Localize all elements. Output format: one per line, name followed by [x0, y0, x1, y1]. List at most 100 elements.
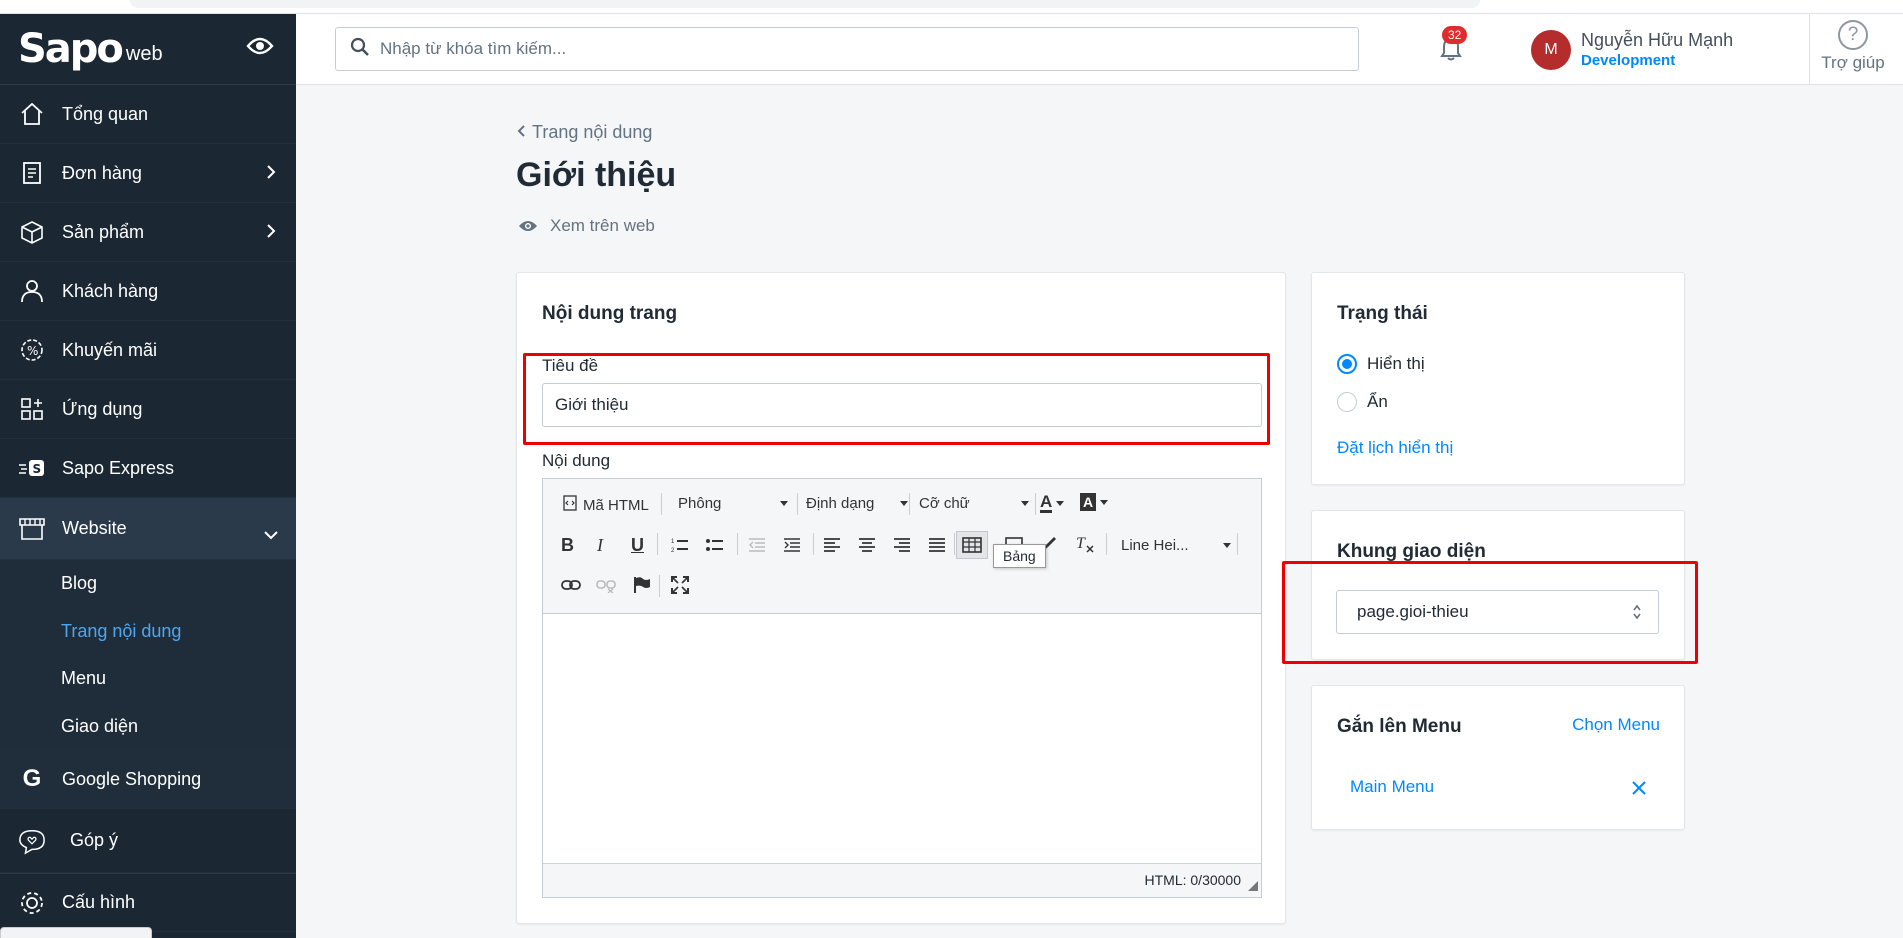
- avatar[interactable]: M: [1531, 30, 1571, 70]
- status-card-heading: Trạng thái: [1337, 303, 1428, 324]
- eye-icon[interactable]: [246, 36, 274, 61]
- express-icon: S: [18, 454, 46, 482]
- search-input[interactable]: Nhập từ khóa tìm kiếm...: [335, 27, 1359, 71]
- table-tooltip: Bảng: [993, 544, 1046, 568]
- fullscreen-button[interactable]: [671, 576, 689, 594]
- font-color-icon: A: [1040, 492, 1053, 513]
- toolbar-separator: [954, 533, 955, 555]
- status-card: Trạng thái Hiển thị Ẩn Đặt lịch hiển thị: [1311, 272, 1685, 485]
- help-button[interactable]: ? Trợ giúp: [1814, 20, 1892, 73]
- caret-down-icon: [1056, 500, 1065, 506]
- align-right-button[interactable]: [893, 537, 911, 553]
- sidebar: Sapo web Tổng quan Đơn hàng Sản phẩm Khá…: [0, 14, 296, 938]
- radio-hidden[interactable]: Ẩn: [1337, 392, 1388, 412]
- align-left-button[interactable]: [823, 537, 841, 553]
- feedback-icon: [18, 827, 46, 855]
- sidebar-item-overview[interactable]: Tổng quan: [0, 85, 296, 144]
- font-select[interactable]: Phông: [678, 495, 788, 512]
- format-select[interactable]: Định dạng: [798, 495, 908, 512]
- choose-menu-link[interactable]: Chọn Menu: [1572, 715, 1660, 735]
- view-on-web-link[interactable]: Xem trên web: [518, 216, 655, 236]
- template-card-heading: Khung giao diện: [1337, 541, 1486, 562]
- home-icon: [18, 100, 46, 128]
- table-button[interactable]: [956, 531, 988, 559]
- user-icon: [18, 277, 46, 305]
- caret-down-icon: [900, 501, 908, 506]
- justify-icon: [929, 538, 945, 552]
- italic-button[interactable]: I: [597, 535, 603, 556]
- sidebar-item-feedback[interactable]: Góp ý: [0, 809, 296, 873]
- underline-button[interactable]: U: [631, 535, 644, 556]
- radio-visible[interactable]: Hiển thị: [1337, 354, 1425, 374]
- justify-button[interactable]: [928, 537, 946, 553]
- breadcrumb[interactable]: Trang nội dung: [516, 122, 652, 143]
- radio-button-checked[interactable]: [1337, 354, 1357, 374]
- indent-icon: [784, 538, 800, 552]
- highlight-title: [523, 353, 1270, 445]
- toolbar-separator: [1106, 533, 1107, 555]
- indent-button[interactable]: [783, 537, 801, 553]
- sidebar-item-products[interactable]: Sản phẩm: [0, 203, 296, 262]
- schedule-display-link[interactable]: Đặt lịch hiển thị: [1337, 438, 1453, 458]
- radio-button-unchecked[interactable]: [1337, 392, 1357, 412]
- sidebar-item-label: Sapo Express: [62, 457, 175, 478]
- font-size-select[interactable]: Cỡ chữ: [919, 495, 1029, 512]
- sidebar-item-orders[interactable]: Đơn hàng: [0, 144, 296, 203]
- content-card-heading: Nội dung trang: [542, 303, 678, 324]
- user-name[interactable]: Nguyễn Hữu Mạnh: [1581, 30, 1733, 51]
- outdent-button[interactable]: [748, 537, 766, 553]
- align-left-icon: [824, 538, 840, 552]
- background-color-button[interactable]: A: [1080, 493, 1109, 511]
- sidebar-item-apps[interactable]: Ứng dụng: [0, 380, 296, 439]
- sidebar-subitem-themes[interactable]: Giao diện: [0, 703, 296, 751]
- sapo-logo[interactable]: Sapo web: [0, 14, 296, 85]
- unlink-button[interactable]: [596, 579, 616, 593]
- sidebar-item-label: Sản phẩm: [62, 221, 145, 242]
- numbered-list-button[interactable]: 12: [671, 537, 689, 553]
- svg-text:1: 1: [671, 539, 675, 545]
- font-color-button[interactable]: A: [1040, 492, 1065, 513]
- sidebar-subitem-menu[interactable]: Menu: [0, 655, 296, 703]
- address-bar[interactable]: [130, 0, 1480, 8]
- breadcrumb-label: Trang nội dung: [532, 122, 653, 142]
- line-height-select[interactable]: Line Hei...: [1121, 537, 1231, 554]
- sidebar-item-sapo-express[interactable]: S Sapo Express: [0, 439, 296, 498]
- anchor-button[interactable]: [633, 576, 651, 594]
- link-button[interactable]: [561, 579, 581, 591]
- discount-icon: %: [18, 336, 46, 364]
- line-height-label: Line Hei...: [1121, 537, 1189, 554]
- toolbar-separator: [813, 533, 814, 555]
- radio-hidden-label: Ẩn: [1367, 392, 1388, 411]
- clear-format-button[interactable]: T: [1075, 535, 1095, 553]
- bold-button[interactable]: B: [561, 535, 574, 556]
- sidebar-item-settings[interactable]: Cấu hình: [0, 873, 296, 932]
- logo-suffix: web: [125, 42, 163, 65]
- editor-statusbar: HTML: 0/30000: [543, 863, 1261, 897]
- box-icon: [18, 218, 46, 246]
- sidebar-subitem-pages[interactable]: Trang nội dung: [0, 608, 296, 656]
- font-size-label: Cỡ chữ: [919, 495, 970, 512]
- close-icon[interactable]: [1632, 781, 1646, 800]
- status-tooltip: [0, 927, 152, 938]
- outdent-icon: [749, 538, 765, 552]
- sidebar-item-customers[interactable]: Khách hàng: [0, 262, 296, 321]
- menu-item-main[interactable]: Main Menu: [1350, 777, 1434, 797]
- flag-icon: [634, 577, 650, 593]
- sidebar-item-label: Đơn hàng: [62, 162, 142, 183]
- sidebar-item-website[interactable]: Website: [0, 498, 296, 560]
- svg-text:%: %: [27, 344, 38, 358]
- align-center-icon: [859, 538, 875, 552]
- align-center-button[interactable]: [858, 537, 876, 553]
- editor-body[interactable]: [543, 614, 1261, 864]
- background-color-icon: A: [1080, 493, 1097, 511]
- sidebar-item-promotions[interactable]: % Khuyến mãi: [0, 321, 296, 380]
- html-char-count: HTML: 0/30000: [1144, 872, 1242, 888]
- bullet-list-button[interactable]: [706, 537, 724, 553]
- eye-icon: [519, 221, 537, 231]
- caret-down-icon: [1021, 501, 1029, 506]
- html-source-button[interactable]: Mã HTML: [563, 495, 649, 515]
- link-icon: [561, 580, 581, 590]
- sidebar-item-google-shopping[interactable]: G Google Shopping: [0, 750, 296, 809]
- sidebar-subitem-blog[interactable]: Blog: [0, 560, 296, 608]
- resize-handle-icon[interactable]: [1248, 878, 1258, 894]
